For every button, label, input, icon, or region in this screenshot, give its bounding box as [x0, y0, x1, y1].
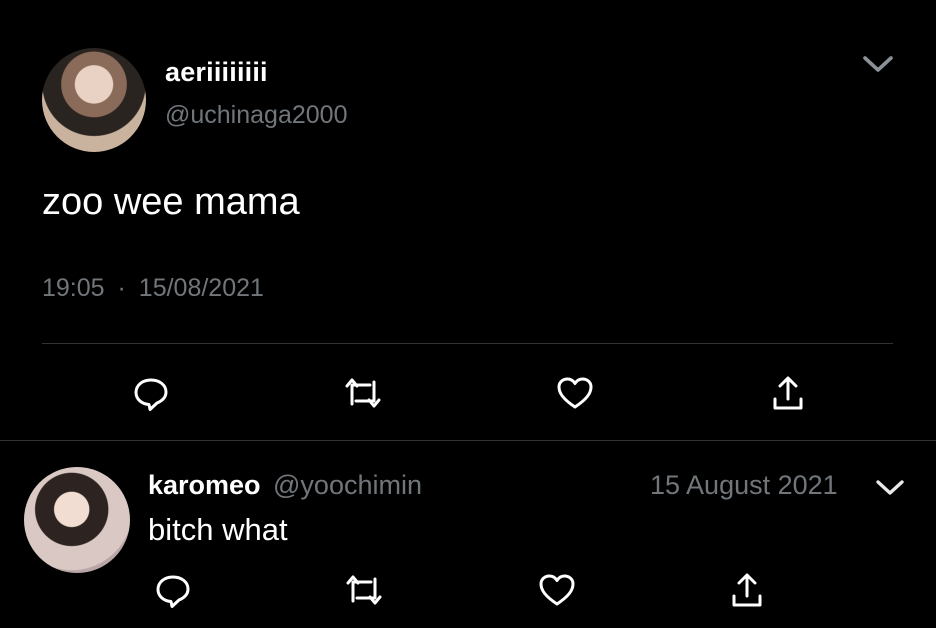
reply-text: bitch what — [148, 512, 288, 547]
user-handle[interactable]: @uchinaga2000 — [165, 101, 347, 130]
retweet-icon[interactable] — [342, 373, 384, 413]
chevron-down-icon[interactable] — [861, 51, 895, 77]
tweet-date: 15/08/2021 — [138, 274, 264, 302]
retweet-icon[interactable] — [343, 570, 385, 610]
meta-separator: · — [117, 274, 126, 302]
tweet-text: zoo wee mama — [42, 181, 300, 223]
reply-date[interactable]: 15 August 2021 — [650, 470, 838, 501]
share-icon[interactable] — [727, 570, 767, 610]
divider — [0, 440, 936, 441]
like-icon[interactable] — [537, 570, 577, 610]
avatar[interactable] — [24, 467, 130, 573]
like-icon[interactable] — [555, 373, 595, 413]
avatar[interactable] — [42, 48, 146, 152]
reply-icon[interactable] — [131, 373, 171, 413]
reply-display-name[interactable]: karomeo — [148, 470, 261, 500]
reply-user-handle[interactable]: @yoochimin — [273, 470, 422, 500]
chevron-down-icon[interactable] — [874, 475, 906, 499]
share-icon[interactable] — [768, 373, 808, 413]
display-name[interactable]: aeriiiiiiii — [165, 57, 268, 88]
reply-icon[interactable] — [153, 570, 193, 610]
tweet-timestamp[interactable]: 19:05 · 15/08/2021 — [42, 274, 264, 303]
tweet-time: 19:05 — [42, 274, 105, 302]
divider — [42, 343, 893, 344]
reply-header: karomeo @yoochimin — [148, 470, 422, 501]
